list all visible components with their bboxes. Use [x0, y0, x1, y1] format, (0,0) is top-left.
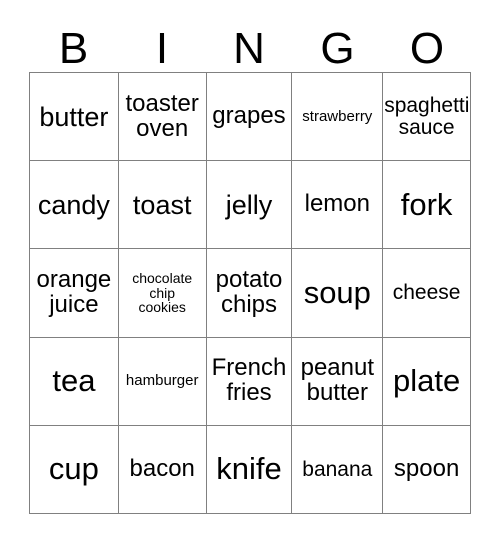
- bingo-cell-label: bacon: [129, 454, 195, 482]
- bingo-cell-label: toaster oven: [125, 89, 199, 142]
- bingo-cell[interactable]: soup: [292, 249, 384, 338]
- bingo-cell-label: spaghetti sauce: [384, 93, 470, 139]
- bingo-cell[interactable]: fork: [383, 161, 471, 250]
- bingo-cell[interactable]: toaster oven: [118, 73, 207, 162]
- bingo-header-row: B I N G O: [29, 18, 471, 72]
- bingo-cell[interactable]: tea: [30, 337, 119, 426]
- bingo-cell[interactable]: spoon: [383, 425, 471, 515]
- bingo-cell-label: candy: [37, 189, 110, 220]
- bingo-header-letter-g: G: [320, 24, 355, 73]
- bingo-cell-label: hamburger: [125, 372, 199, 390]
- bingo-cell[interactable]: banana: [292, 425, 384, 515]
- bingo-grid: butter toaster oven grapes strawberry sp…: [29, 72, 471, 515]
- bingo-cell[interactable]: peanut butter: [292, 337, 384, 426]
- bingo-cell-label: grapes: [212, 102, 286, 130]
- bingo-cell[interactable]: spaghetti sauce: [383, 73, 471, 162]
- bingo-cell[interactable]: cup: [30, 425, 119, 515]
- bingo-cell-label: peanut butter: [300, 354, 374, 407]
- bingo-card: B I N G O butter toaster oven grapes str…: [0, 0, 500, 544]
- bingo-cell-label: lemon: [304, 190, 370, 218]
- bingo-row: tea hamburger French fries peanut butter…: [30, 337, 471, 426]
- bingo-cell[interactable]: toast: [118, 161, 207, 250]
- bingo-cell-label: tea: [52, 363, 96, 399]
- bingo-cell-label: cheese: [392, 281, 461, 305]
- bingo-cell[interactable]: hamburger: [118, 337, 207, 426]
- bingo-cell-label: cup: [48, 451, 99, 487]
- bingo-cell-label: fork: [400, 186, 453, 222]
- bingo-cell[interactable]: orange juice: [30, 249, 119, 338]
- bingo-cell-label: orange juice: [36, 266, 112, 318]
- bingo-cell[interactable]: plate: [383, 337, 471, 426]
- bingo-cell-label: butter: [39, 101, 109, 132]
- bingo-cell-label: plate: [392, 363, 461, 399]
- bingo-cell[interactable]: potato chips: [206, 249, 293, 338]
- bingo-cell-label: potato chips: [215, 266, 283, 318]
- bingo-cell-label: strawberry: [302, 107, 373, 125]
- bingo-cell-label: soup: [303, 274, 371, 310]
- bingo-row: orange juice chocolate chip cookies pota…: [30, 249, 471, 338]
- bingo-header-letter-b: B: [58, 24, 89, 73]
- bingo-cell[interactable]: candy: [30, 161, 119, 250]
- bingo-cell-label: jelly: [225, 189, 273, 220]
- bingo-cell-label: banana: [302, 457, 373, 481]
- bingo-cell-label: knife: [216, 451, 282, 487]
- bingo-header-letter-n: N: [233, 24, 265, 73]
- bingo-cell-label: chocolate chip cookies: [132, 270, 193, 316]
- bingo-row: candy toast jelly lemon fork: [30, 161, 471, 250]
- bingo-header-letter-i: I: [155, 24, 169, 73]
- bingo-row: cup bacon knife banana spoon: [30, 425, 471, 515]
- bingo-cell-label: French fries: [211, 354, 287, 407]
- bingo-cell[interactable]: chocolate chip cookies: [118, 249, 207, 338]
- bingo-cell[interactable]: lemon: [292, 161, 384, 250]
- bingo-cell[interactable]: butter: [30, 73, 119, 162]
- bingo-cell-label: toast: [132, 189, 192, 220]
- bingo-cell[interactable]: knife: [206, 425, 293, 515]
- bingo-row: butter toaster oven grapes strawberry sp…: [30, 73, 471, 162]
- bingo-cell-label: spoon: [393, 454, 460, 482]
- bingo-header-letter-o: O: [409, 24, 445, 73]
- bingo-cell[interactable]: strawberry: [292, 73, 384, 162]
- bingo-cell[interactable]: French fries: [206, 337, 293, 426]
- bingo-cell[interactable]: cheese: [383, 249, 471, 338]
- bingo-cell[interactable]: jelly: [206, 161, 293, 250]
- bingo-cell[interactable]: bacon: [118, 425, 207, 515]
- bingo-cell[interactable]: grapes: [206, 73, 293, 162]
